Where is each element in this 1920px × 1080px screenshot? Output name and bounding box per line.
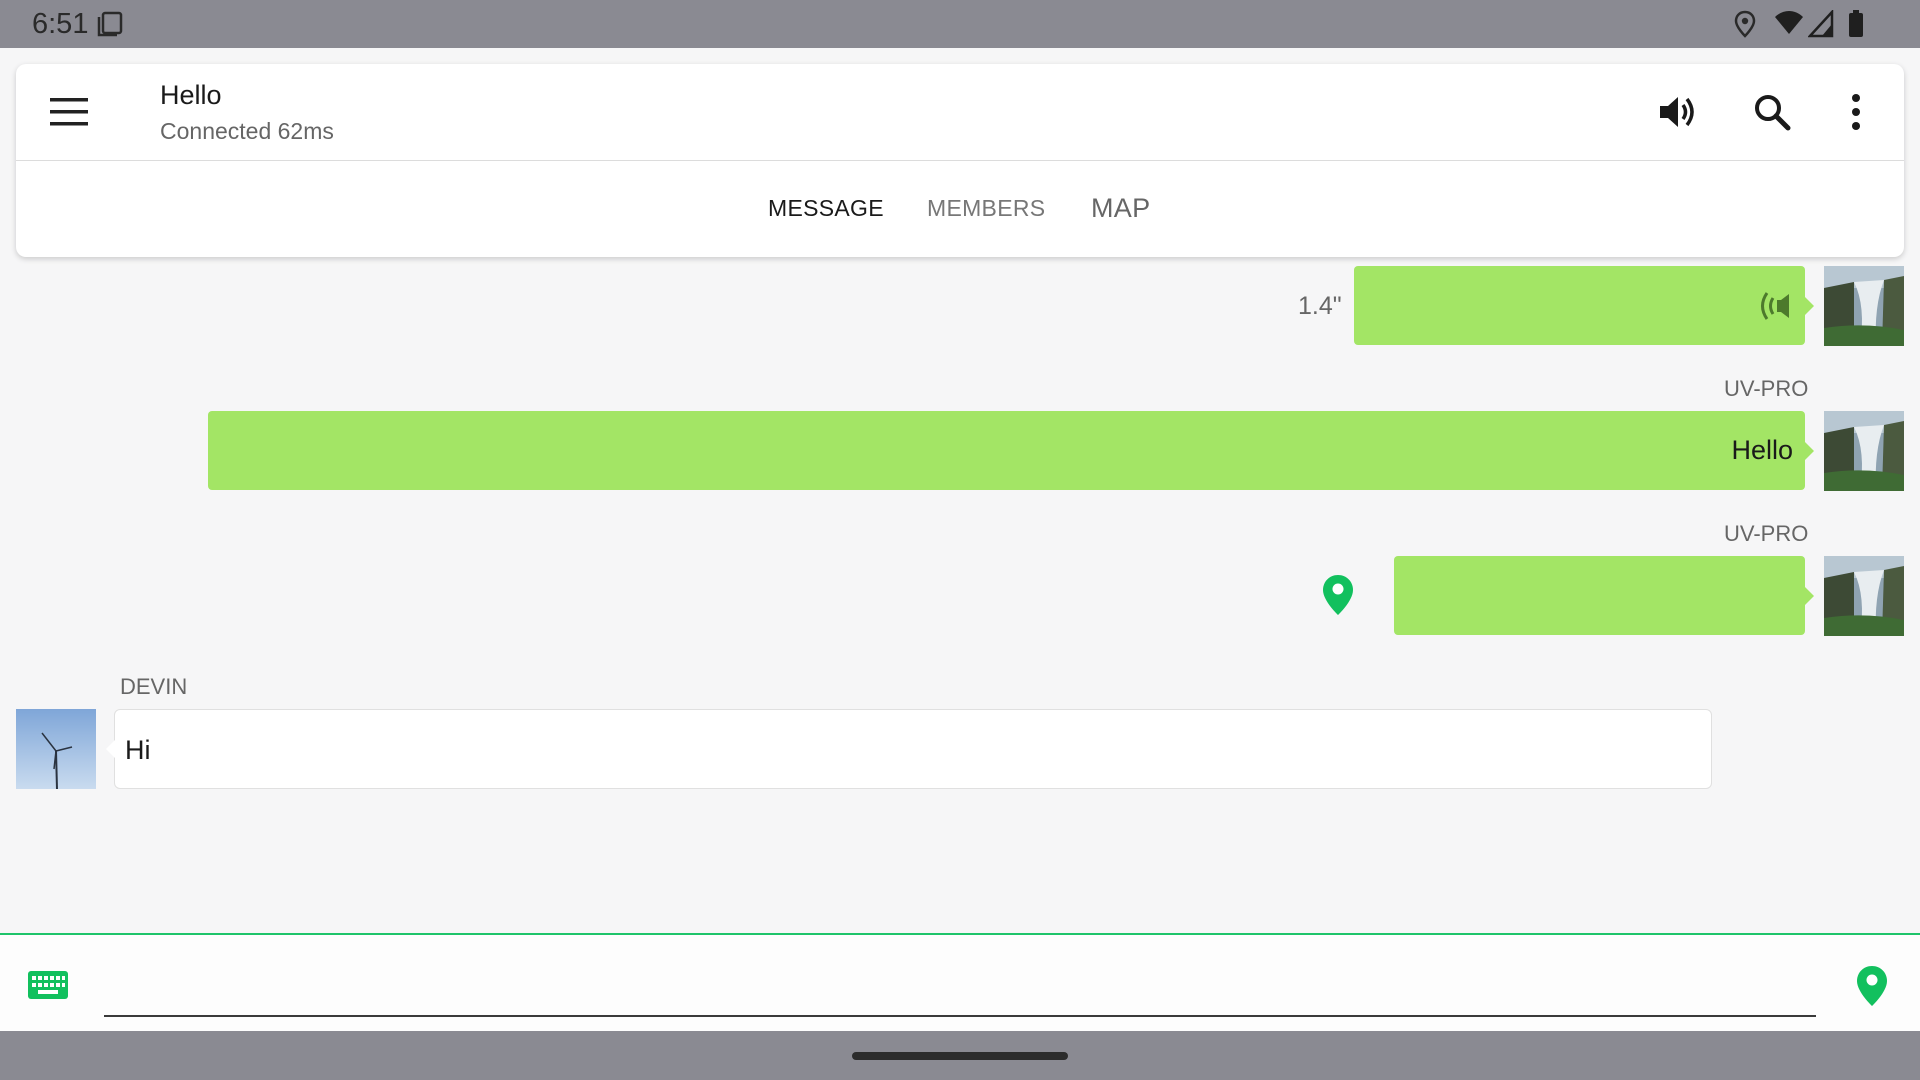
avatar[interactable] — [1824, 266, 1904, 346]
voice-play-icon — [1755, 288, 1791, 329]
screenshot-icon — [96, 10, 124, 43]
navigation-bar — [0, 1031, 1920, 1080]
volume-icon[interactable] — [1654, 88, 1702, 136]
header-card: Hello Connected 62ms MESSAGE MEMBERS MAP — [16, 64, 1904, 257]
text-message-bubble[interactable]: Hi — [106, 709, 1712, 789]
voice-duration: 1.4" — [1298, 292, 1342, 320]
message-text: Hi — [125, 735, 151, 765]
sender-name: UV-PRO — [1724, 376, 1809, 401]
input-underline — [104, 1015, 1816, 1017]
sender-name: DEVIN — [120, 674, 188, 699]
channel-title: Hello — [160, 80, 222, 110]
tab-bar: MESSAGE MEMBERS MAP — [16, 160, 1904, 257]
sender-name: UV-PRO — [1724, 521, 1809, 546]
input-bar — [0, 933, 1920, 1033]
signal-icon — [1807, 8, 1834, 43]
more-vert-icon[interactable] — [1838, 88, 1886, 136]
menu-icon[interactable] — [50, 94, 90, 130]
tab-map[interactable]: MAP — [1091, 193, 1150, 224]
home-handle[interactable] — [852, 1052, 1068, 1060]
search-icon[interactable] — [1748, 88, 1796, 136]
location-pin-icon[interactable] — [1856, 965, 1888, 1012]
location-message-bubble[interactable] — [1394, 556, 1814, 635]
message-text: Hello — [1731, 435, 1793, 465]
text-message-bubble[interactable]: Hello — [208, 411, 1814, 490]
location-pin-icon[interactable] — [1322, 574, 1354, 621]
keyboard-icon[interactable] — [28, 971, 68, 1004]
toolbar: Hello Connected 62ms — [16, 64, 1904, 161]
message-input[interactable] — [104, 955, 1808, 1013]
tab-members[interactable]: MEMBERS — [927, 195, 1045, 222]
status-time: 6:51 — [32, 8, 89, 40]
status-bar: 6:51 — [0, 0, 1920, 48]
location-icon — [1734, 10, 1756, 43]
tab-message[interactable]: MESSAGE — [768, 195, 884, 222]
battery-icon — [1848, 10, 1864, 43]
avatar[interactable] — [16, 709, 96, 789]
connection-status: Connected 62ms — [160, 118, 334, 144]
avatar[interactable] — [1824, 556, 1904, 636]
voice-message-bubble[interactable] — [1354, 266, 1814, 345]
wifi-icon — [1774, 10, 1804, 41]
avatar[interactable] — [1824, 411, 1904, 491]
